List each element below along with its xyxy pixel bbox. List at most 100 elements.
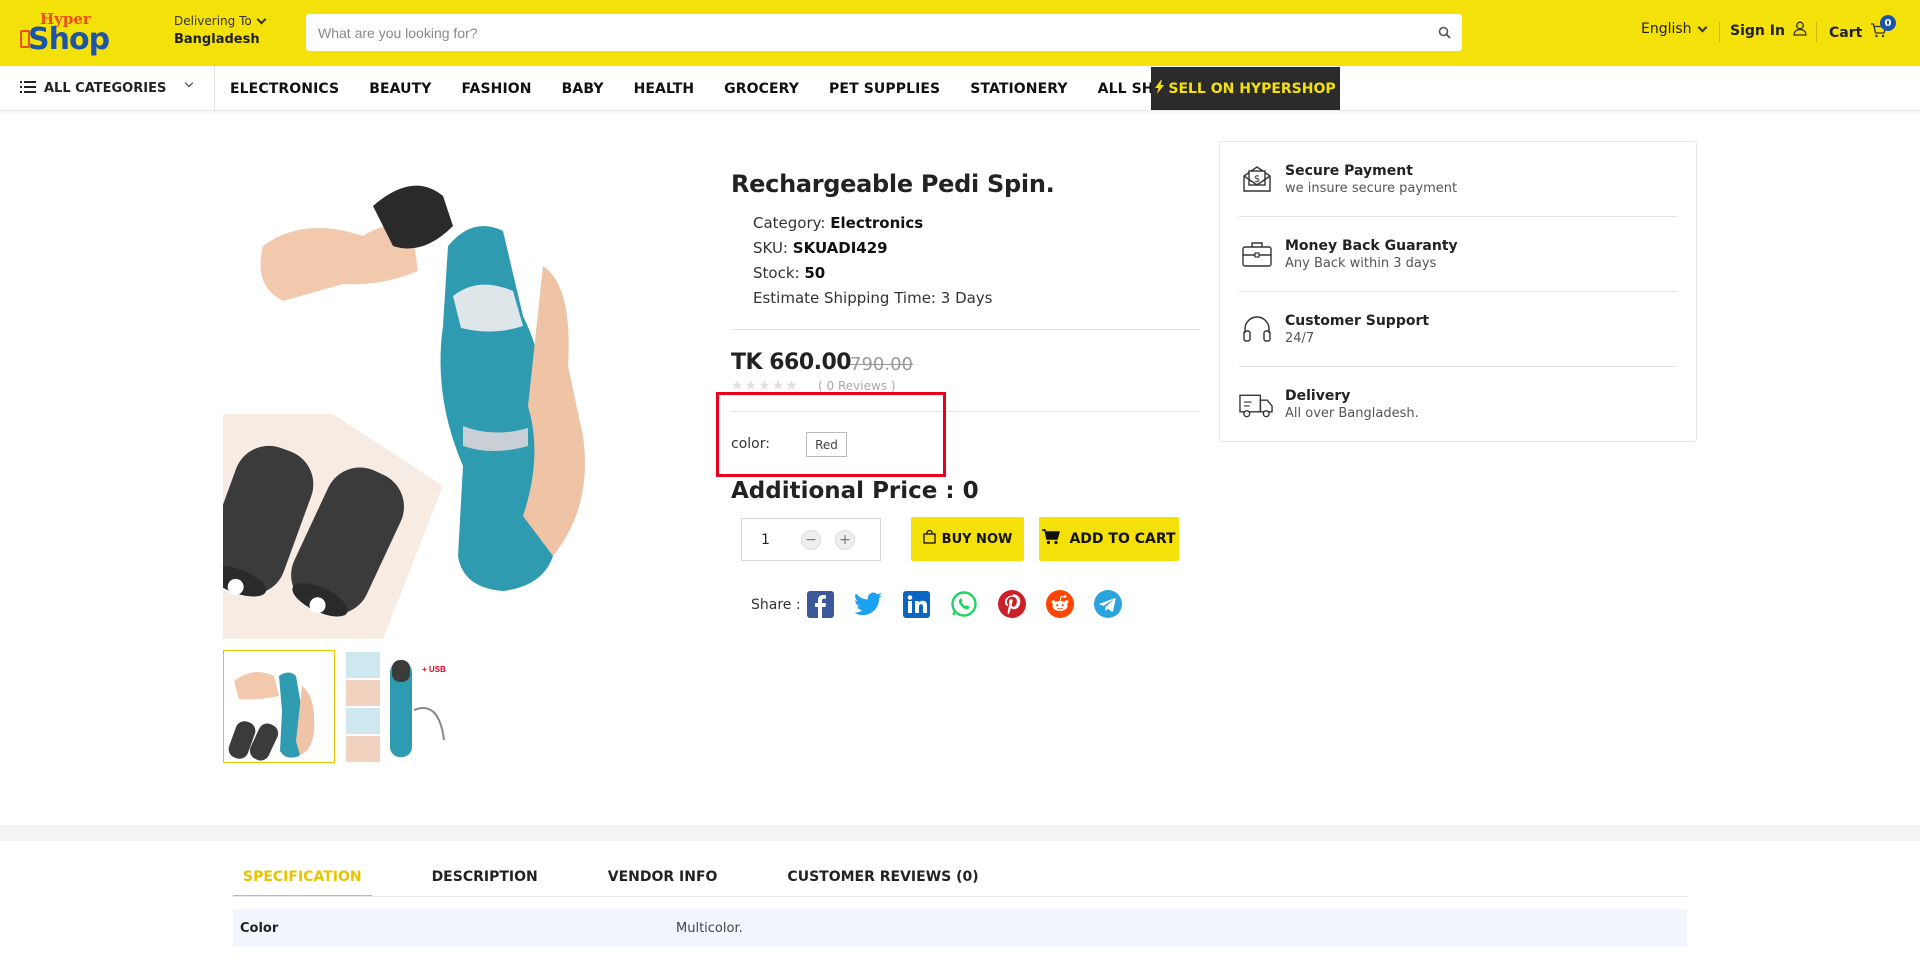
language-selector[interactable]: English [1641, 21, 1708, 37]
nav-link-baby[interactable]: BABY [562, 81, 604, 97]
divider [1719, 22, 1720, 42]
product-sku: SKU: SKUADI429 [753, 239, 888, 257]
divider [731, 329, 1200, 330]
tab-specification[interactable]: SPECIFICATION [233, 869, 372, 897]
pinterest-icon[interactable] [998, 590, 1026, 618]
highlight-box [716, 392, 946, 477]
decrease-quantity-button[interactable]: − [801, 529, 821, 550]
info-row-delivery: Delivery All over Bangladesh. [1239, 367, 1677, 442]
svg-text:+ USB: + USB [422, 665, 446, 674]
whatsapp-icon[interactable] [950, 590, 978, 618]
tab-vendor-info[interactable]: VENDOR INFO [598, 869, 728, 897]
reviews-count-link[interactable]: ( 0 Reviews ) [818, 379, 896, 393]
nav-link-fashion[interactable]: FASHION [462, 81, 532, 97]
add-to-cart-button[interactable]: ADD TO CART [1039, 517, 1179, 561]
facebook-icon[interactable] [806, 590, 834, 618]
delivering-to-selector[interactable]: Delivering To Bangladesh [174, 14, 267, 47]
nav-links: ELECTRONICS BEAUTY FASHION BABY HEALTH G… [230, 66, 1206, 111]
info-subtitle: 24/7 [1285, 330, 1315, 346]
product-main-image[interactable] [223, 176, 701, 639]
info-row-money-back: Money Back Guaranty Any Back within 3 da… [1239, 217, 1677, 292]
user-icon [1793, 21, 1807, 40]
cart-count-badge: 0 [1880, 15, 1896, 31]
product-shipping: Estimate Shipping Time: 3 Days [753, 289, 993, 307]
briefcase-icon [1239, 237, 1274, 272]
additional-price: Additional Price : 0 [731, 478, 979, 504]
telegram-icon[interactable] [1094, 590, 1122, 618]
divider [1816, 22, 1817, 42]
twitter-icon[interactable] [854, 590, 882, 618]
category-nav: ALL CATEGORIES ELECTRONICS BEAUTY FASHIO… [0, 66, 1920, 111]
product-tabs: SPECIFICATION DESCRIPTION VENDOR INFO CU… [233, 869, 1039, 897]
headphones-icon [1239, 312, 1274, 347]
search-bar [306, 14, 1462, 51]
all-categories-dropdown[interactable]: ALL CATEGORIES [0, 66, 215, 111]
product-thumbnail-1[interactable] [223, 650, 335, 763]
quantity-stepper: 1 − + [741, 518, 881, 561]
language-label: English [1641, 21, 1692, 37]
delivering-to-label: Delivering To [174, 14, 252, 28]
shopping-bag-icon [923, 529, 936, 548]
product-meta: Category: Electronics SKU: SKUADI429 Sto… [753, 211, 993, 311]
sell-on-hypershop-button[interactable]: SELL ON HYPERSHOP [1151, 67, 1340, 110]
cart-button[interactable]: Cart 0 [1829, 15, 1896, 42]
info-row-secure-payment: $ Secure Payment we insure secure paymen… [1239, 142, 1677, 217]
add-to-cart-label: ADD TO CART [1069, 531, 1176, 547]
spec-row: Color Multicolor. [233, 909, 1687, 947]
secure-payment-icon: $ [1239, 162, 1274, 197]
nav-link-health[interactable]: HEALTH [634, 81, 695, 97]
section-separator [0, 825, 1920, 841]
nav-link-grocery[interactable]: GROCERY [724, 81, 799, 97]
sell-button-label: SELL ON HYPERSHOP [1168, 80, 1336, 97]
increase-quantity-button[interactable]: + [835, 529, 855, 550]
product-thumbnail-2[interactable]: + USB [344, 650, 456, 763]
menu-list-icon [20, 80, 36, 97]
tab-customer-reviews[interactable]: CUSTOMER REVIEWS (0) [777, 869, 988, 897]
info-subtitle: we insure secure payment [1285, 180, 1458, 196]
share-label: Share : [751, 597, 801, 613]
quantity-input[interactable]: 1 [761, 532, 801, 548]
spec-value: Multicolor. [676, 920, 743, 936]
spec-key: Color [240, 920, 279, 936]
product-old-price: 790.00 [850, 354, 913, 375]
chevron-down-icon [1697, 22, 1708, 32]
nav-link-beauty[interactable]: BEAUTY [369, 81, 431, 97]
product-category: Category: Electronics [753, 214, 924, 232]
share-icons [806, 590, 1122, 618]
search-input[interactable] [306, 14, 1426, 51]
cart-label: Cart [1829, 24, 1863, 41]
info-title: Money Back Guaranty [1285, 237, 1458, 254]
product-stock: Stock: 50 [753, 264, 826, 282]
lightning-icon [1155, 79, 1165, 98]
nav-link-stationery[interactable]: STATIONERY [970, 81, 1067, 97]
product-price: TK 660.00 [731, 350, 852, 375]
category-link[interactable]: Electronics [830, 214, 923, 232]
product-title: Rechargeable Pedi Spin. [731, 170, 1055, 198]
info-title: Secure Payment [1285, 162, 1413, 179]
service-info-box: $ Secure Payment we insure secure paymen… [1219, 141, 1697, 442]
buy-now-label: BUY NOW [941, 531, 1013, 547]
truck-icon [1239, 387, 1274, 422]
hypershop-logo[interactable]: Hyper Shop [20, 10, 110, 57]
tab-description[interactable]: DESCRIPTION [422, 869, 548, 897]
cart-icon [1042, 529, 1061, 549]
linkedin-icon[interactable] [902, 590, 930, 618]
delivering-to-value: Bangladesh [174, 32, 260, 47]
reddit-icon[interactable] [1046, 590, 1074, 618]
buy-now-button[interactable]: BUY NOW [911, 517, 1024, 561]
info-title: Delivery [1285, 388, 1351, 404]
search-icon[interactable] [1426, 15, 1462, 51]
sign-in-link[interactable]: Sign In [1730, 21, 1807, 40]
nav-link-electronics[interactable]: ELECTRONICS [230, 81, 339, 97]
tabs-underline [233, 896, 1687, 897]
nav-link-pet-supplies[interactable]: PET SUPPLIES [829, 81, 940, 97]
sign-in-label: Sign In [1730, 22, 1785, 39]
info-title: Customer Support [1285, 312, 1430, 329]
chevron-down-icon [256, 14, 267, 24]
chevron-down-icon [184, 78, 194, 88]
top-header-bar: Hyper Shop Delivering To Bangladesh Engl… [0, 0, 1920, 66]
info-subtitle: Any Back within 3 days [1285, 255, 1437, 271]
info-row-customer-support: Customer Support 24/7 [1239, 292, 1677, 367]
info-subtitle: All over Bangladesh. [1285, 406, 1419, 421]
all-categories-label: ALL CATEGORIES [44, 81, 167, 96]
